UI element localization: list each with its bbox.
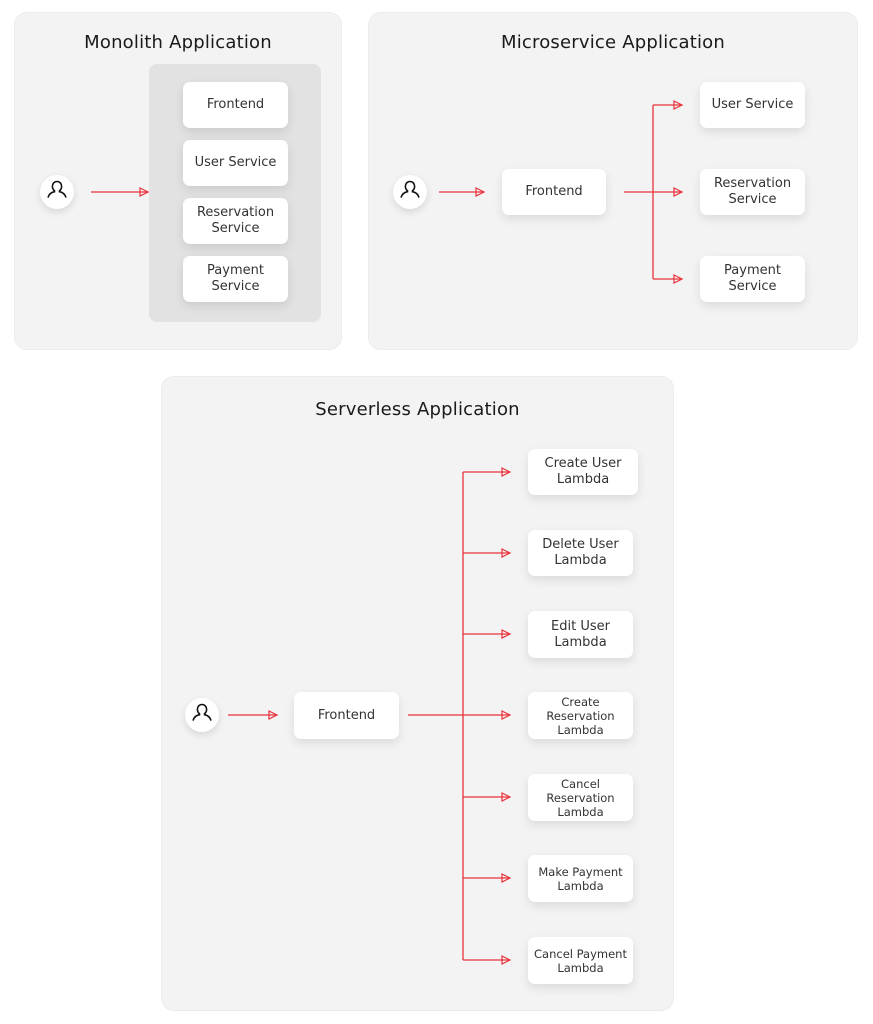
lambda-cancel-reservation: Cancel Reservation Lambda <box>528 774 633 821</box>
monolith-title: Monolith Application <box>84 32 272 53</box>
microservice-frontend: Frontend <box>502 169 606 215</box>
lambda-make-payment: Make Payment Lambda <box>528 855 633 902</box>
lambda-delete-user: Delete User Lambda <box>528 530 633 576</box>
serverless-frontend: Frontend <box>294 692 399 739</box>
monolith-reservation-service: Reservation Service <box>183 198 288 244</box>
microservice-user-service: User Service <box>700 82 805 128</box>
monolith-user <box>40 175 74 209</box>
lambda-create-user: Create User Lambda <box>528 449 638 495</box>
user-icon <box>46 179 68 205</box>
serverless-title: Serverless Application <box>315 399 520 420</box>
user-icon <box>191 702 213 728</box>
monolith-user-service: User Service <box>183 140 288 186</box>
monolith-frontend: Frontend <box>183 82 288 128</box>
microservice-user <box>393 175 427 209</box>
microservice-title: Microservice Application <box>500 32 726 53</box>
lambda-edit-user: Edit User Lambda <box>528 611 633 658</box>
lambda-cancel-payment: Cancel Payment Lambda <box>528 937 633 984</box>
monolith-payment-service: Payment Service <box>183 256 288 302</box>
microservice-reservation-service: Reservation Service <box>700 169 805 215</box>
lambda-create-reservation: Create Reservation Lambda <box>528 692 633 739</box>
user-icon <box>399 179 421 205</box>
serverless-user <box>185 698 219 732</box>
microservice-payment-service: Payment Service <box>700 256 805 302</box>
